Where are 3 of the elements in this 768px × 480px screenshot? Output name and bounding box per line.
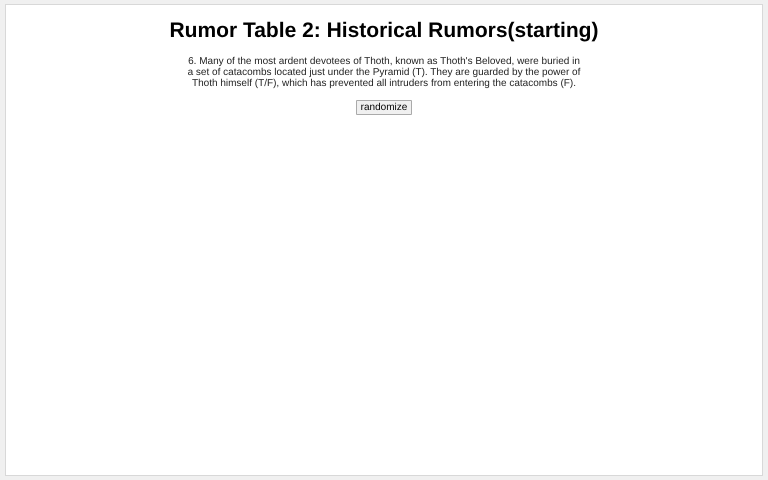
rumor-text: 6. Many of the most ardent devotees of Thoth, known as Thoth's Beloved, were buried in a set of catacombs located just under the Pyramid (T). They are guarded by the power of Thoth himself (T/F), which has prevented all intruders from entering the catacombs (F). (186, 56, 582, 89)
randomize-button[interactable]: randomize (356, 100, 412, 115)
page-title: Rumor Table 2: Historical Rumors(starting) (169, 19, 598, 43)
